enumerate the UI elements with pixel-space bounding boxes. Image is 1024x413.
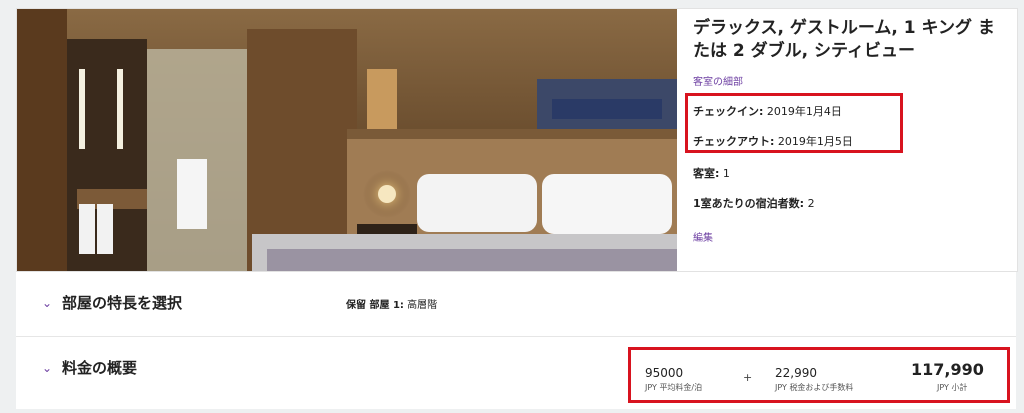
tax-value: 22,990 (775, 366, 817, 380)
checkin-label: チェックイン: (693, 105, 764, 118)
avg-rate-label: JPY 平均料金/泊 (645, 383, 703, 392)
guests-value: 2 (807, 197, 815, 210)
tax-label: JPY 税金および手数料 (775, 383, 854, 392)
room-title: デラックス, ゲストルーム, 1 キング または 2 ダブル, シティビュー (693, 18, 995, 61)
checkin-value: 2019年1月4日 (766, 105, 842, 118)
reserve-info: 保留 部屋 1: 高層階 (346, 296, 437, 311)
guests-label: 1室あたりの宿泊者数: (693, 197, 805, 210)
checkout-label: チェックアウト: (693, 135, 775, 148)
room-details-link[interactable]: 客室の細部 (693, 73, 743, 88)
avg-rate-value: 95000 (645, 366, 684, 380)
checkout-value: 2019年1月5日 (777, 135, 853, 148)
guests-row: 1室あたりの宿泊者数: 2 (693, 195, 815, 211)
edit-link[interactable]: 編集 (693, 229, 713, 244)
checkout-row: チェックアウト: 2019年1月5日 (693, 133, 853, 149)
room-details: デラックス, ゲストルーム, 1 キング または 2 ダブル, シティビュー 客… (685, 9, 1013, 271)
subtotal-value: 117,990 (911, 360, 984, 379)
rooms-value: 1 (722, 167, 730, 180)
subtotal-label: JPY 小計 (937, 383, 968, 392)
price-summary-box: 95000 JPY 平均料金/泊 + 22,990 JPY 税金および手数料 1… (628, 347, 1010, 403)
summary-section: ⌄ 料金の概要 95000 JPY 平均料金/泊 + 22,990 JPY 税金… (16, 337, 1016, 409)
reserve-label: 保留 部屋 1: (346, 300, 404, 311)
room-card: デラックス, ゲストルーム, 1 キング または 2 ダブル, シティビュー 客… (16, 8, 1018, 272)
summary-title[interactable]: 料金の概要 (62, 357, 137, 378)
chevron-down-icon[interactable]: ⌄ (42, 361, 52, 375)
rooms-row: 客室: 1 (693, 165, 730, 181)
features-section: ⌄ 部屋の特長を選択 保留 部屋 1: 高層階 (16, 272, 1016, 337)
plus-sign: + (743, 371, 753, 384)
features-title[interactable]: 部屋の特長を選択 (62, 292, 182, 313)
room-photo (17, 9, 677, 271)
checkin-row: チェックイン: 2019年1月4日 (693, 103, 842, 119)
reserve-value: 高層階 (407, 300, 438, 311)
rooms-label: 客室: (693, 167, 720, 180)
chevron-down-icon[interactable]: ⌄ (42, 296, 52, 310)
